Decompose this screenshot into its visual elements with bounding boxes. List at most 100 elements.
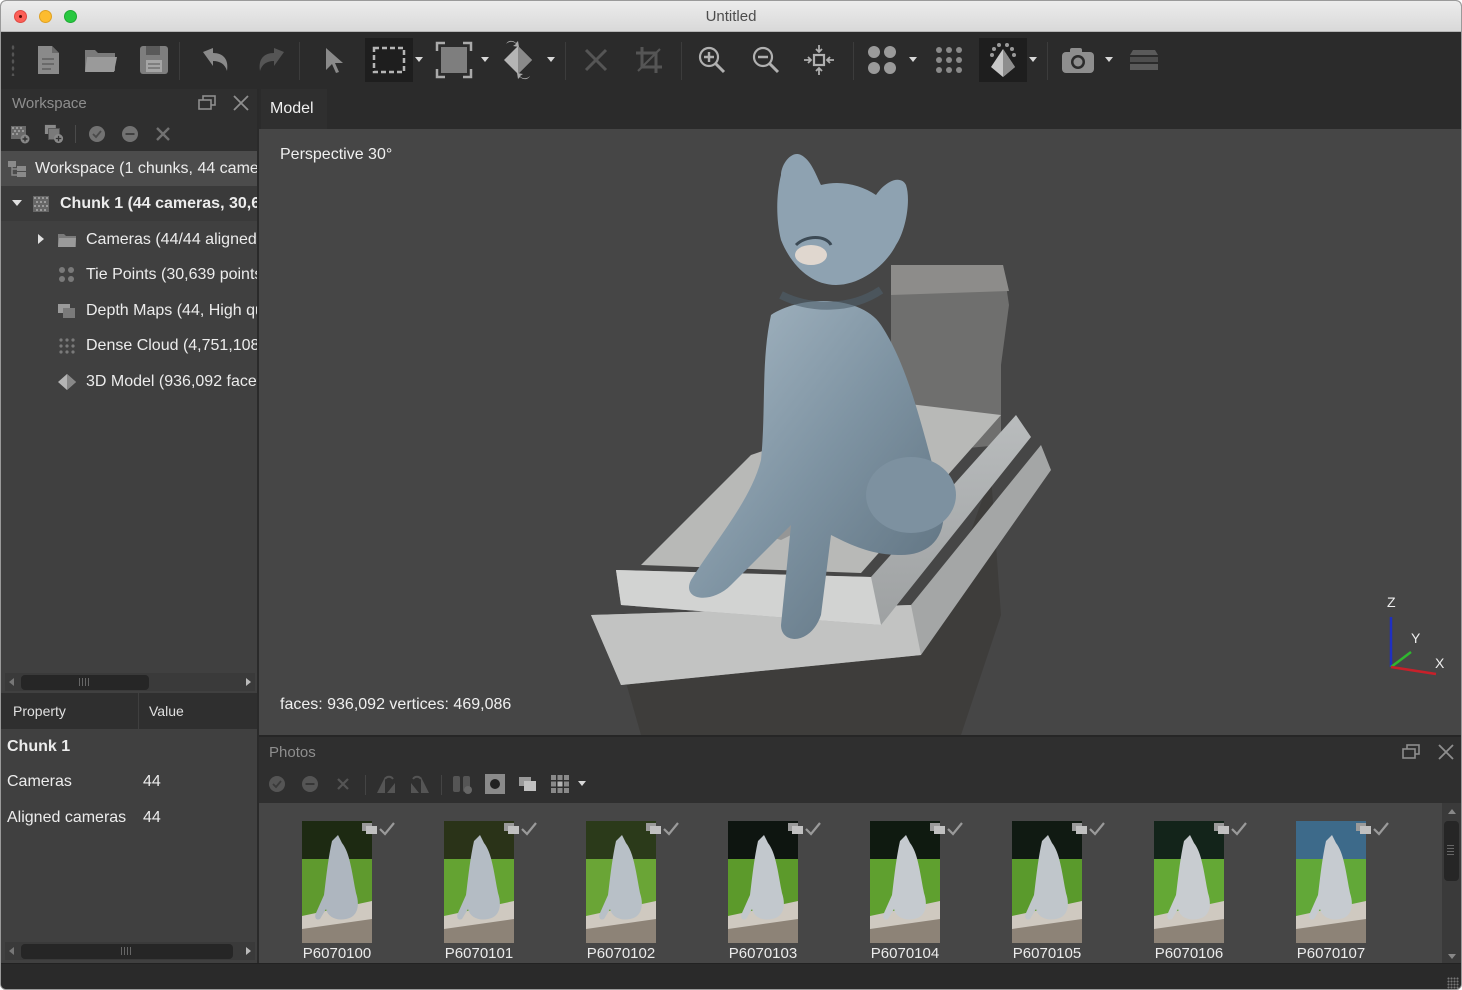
cameras-dropdown-caret[interactable] bbox=[1105, 57, 1113, 62]
navigation-tool-button[interactable] bbox=[310, 38, 356, 82]
filter-photos-button[interactable] bbox=[451, 773, 473, 795]
model-viewport[interactable]: Perspective 30° faces: 936,092 vertices:… bbox=[259, 129, 1461, 735]
dense-cloud-view-button[interactable] bbox=[926, 38, 972, 82]
camera-aligned-icon bbox=[788, 823, 803, 834]
tree-item-tie-points[interactable]: Tie Points (30,639 points) bbox=[1, 257, 257, 292]
photo-thumbnail[interactable]: P6070103 bbox=[728, 821, 821, 962]
pointer-arrow-icon bbox=[326, 48, 343, 73]
property-row[interactable]: Chunk 1 bbox=[1, 730, 257, 765]
model-view-button[interactable] bbox=[979, 38, 1027, 82]
view-mode-button[interactable] bbox=[549, 773, 571, 795]
rectangle-selection-button[interactable] bbox=[365, 38, 413, 82]
property-key: Cameras bbox=[7, 773, 72, 790]
undo-button[interactable] bbox=[194, 38, 240, 82]
scroll-right-icon[interactable] bbox=[246, 947, 251, 955]
new-document-button[interactable] bbox=[25, 38, 71, 82]
photos-panel: Photos P6070100 P6070101 P6070102 P6070103 P… bbox=[259, 735, 1461, 965]
grid-view-icon bbox=[551, 775, 569, 793]
tree-item-label: Workspace (1 chunks, 44 cameras) bbox=[35, 159, 257, 177]
tree-item-workspace[interactable]: Workspace (1 chunks, 44 cameras) bbox=[1, 151, 257, 186]
disable-cameras-button[interactable] bbox=[299, 773, 321, 795]
folder-icon bbox=[58, 233, 76, 247]
property-row[interactable]: Cameras 44 bbox=[1, 765, 257, 800]
close-panel-icon[interactable] bbox=[1437, 743, 1455, 761]
workspace-horizontal-scrollbar[interactable] bbox=[5, 673, 255, 691]
tree-item-3d-model[interactable]: 3D Model (936,092 faces) bbox=[1, 364, 257, 399]
collapse-arrow-icon[interactable] bbox=[12, 200, 22, 206]
redo-button[interactable] bbox=[247, 38, 293, 82]
undo-icon bbox=[203, 48, 228, 71]
add-chunk-button[interactable] bbox=[10, 124, 30, 144]
dog-statue-3d-model[interactable] bbox=[581, 145, 1061, 735]
photo-thumbnail[interactable]: P6070105 bbox=[1012, 821, 1105, 962]
camera-aligned-icon bbox=[362, 823, 377, 834]
show-layers-button[interactable] bbox=[1121, 38, 1167, 82]
scroll-left-icon[interactable] bbox=[9, 947, 14, 955]
enable-button[interactable] bbox=[87, 124, 107, 144]
expand-arrow-icon[interactable] bbox=[38, 234, 44, 244]
model-dropdown-caret[interactable] bbox=[1029, 57, 1037, 62]
resize-region-button[interactable] bbox=[431, 38, 477, 82]
add-photos-button[interactable] bbox=[44, 124, 64, 144]
tree-item-cameras[interactable]: Cameras (44/44 aligned) bbox=[1, 222, 257, 257]
photo-image bbox=[870, 821, 940, 943]
property-column-header[interactable]: Property bbox=[13, 703, 66, 719]
photo-thumbnail[interactable]: P6070101 bbox=[444, 821, 537, 962]
save-button[interactable] bbox=[131, 38, 177, 82]
rotate-left-button[interactable] bbox=[409, 773, 431, 795]
transform-dropdown-caret[interactable] bbox=[547, 57, 555, 62]
checkmark-icon bbox=[379, 822, 395, 836]
photo-thumbnail[interactable]: P6070107 bbox=[1296, 821, 1389, 962]
rotate-object-button[interactable] bbox=[495, 38, 541, 82]
checkmark-icon bbox=[1231, 822, 1247, 836]
tie-points-icon bbox=[868, 46, 896, 74]
tree-item-label: Chunk 1 (44 cameras, 30,639 points) bbox=[60, 194, 257, 212]
scroll-right-icon[interactable] bbox=[246, 678, 251, 686]
float-panel-icon[interactable] bbox=[1402, 744, 1420, 760]
tree-item-chunk[interactable]: Chunk 1 (44 cameras, 30,639 points) bbox=[1, 186, 257, 221]
zoom-out-button[interactable] bbox=[743, 38, 789, 82]
tree-item-depth-maps[interactable]: Depth Maps (44, High quality) bbox=[1, 293, 257, 328]
mask-button[interactable] bbox=[484, 773, 506, 795]
zoom-in-button[interactable] bbox=[689, 38, 735, 82]
value-column-header[interactable]: Value bbox=[149, 703, 184, 719]
photos-vertical-scrollbar[interactable] bbox=[1442, 803, 1461, 965]
camera-aligned-icon bbox=[504, 823, 519, 834]
depth-map-button[interactable] bbox=[517, 773, 539, 795]
region-dropdown-caret[interactable] bbox=[481, 57, 489, 62]
scroll-left-icon[interactable] bbox=[9, 678, 14, 686]
photo-thumbnail[interactable]: P6070100 bbox=[302, 821, 395, 962]
show-cameras-button[interactable] bbox=[1055, 38, 1101, 82]
photo-thumbnail[interactable]: P6070102 bbox=[586, 821, 679, 962]
points-dropdown-caret[interactable] bbox=[909, 57, 917, 62]
view-mode-dropdown-caret[interactable] bbox=[578, 781, 586, 786]
open-folder-button[interactable] bbox=[78, 38, 124, 82]
crop-selection-button[interactable] bbox=[626, 38, 672, 82]
close-panel-icon[interactable] bbox=[232, 94, 250, 112]
tree-item-dense-cloud[interactable]: Dense Cloud (4,751,108 points) bbox=[1, 328, 257, 363]
float-panel-icon[interactable] bbox=[198, 95, 216, 111]
resize-grip-handle[interactable] bbox=[1447, 977, 1459, 989]
enable-cameras-button[interactable] bbox=[266, 773, 288, 795]
column-divider[interactable] bbox=[138, 693, 139, 729]
photo-thumbnail[interactable]: P6070104 bbox=[870, 821, 963, 962]
rotate-right-button[interactable] bbox=[375, 773, 397, 795]
properties-horizontal-scrollbar[interactable] bbox=[5, 942, 255, 960]
tab-model[interactable]: Model bbox=[261, 89, 327, 129]
disable-button[interactable] bbox=[120, 124, 140, 144]
scroll-down-icon[interactable] bbox=[1448, 954, 1456, 959]
remove-items-button[interactable] bbox=[153, 124, 173, 144]
delete-selection-button[interactable] bbox=[573, 38, 619, 82]
property-row[interactable]: Aligned cameras 44 bbox=[1, 801, 257, 836]
folder-open-icon bbox=[85, 50, 117, 72]
remove-cameras-button[interactable] bbox=[332, 773, 354, 795]
dense-cloud-icon bbox=[59, 337, 75, 354]
scroll-up-icon[interactable] bbox=[1448, 809, 1456, 814]
app-window: Untitled Workspace Workspace (1 chunks, … bbox=[0, 0, 1462, 990]
selection-dropdown-caret[interactable] bbox=[415, 57, 423, 62]
photo-thumbnail[interactable]: P6070106 bbox=[1154, 821, 1247, 962]
reset-view-button[interactable] bbox=[796, 38, 842, 82]
tie-points-view-button[interactable] bbox=[859, 38, 905, 82]
axis-z-label: Z bbox=[1387, 594, 1396, 610]
toolbar-grip-handle[interactable] bbox=[11, 44, 15, 76]
